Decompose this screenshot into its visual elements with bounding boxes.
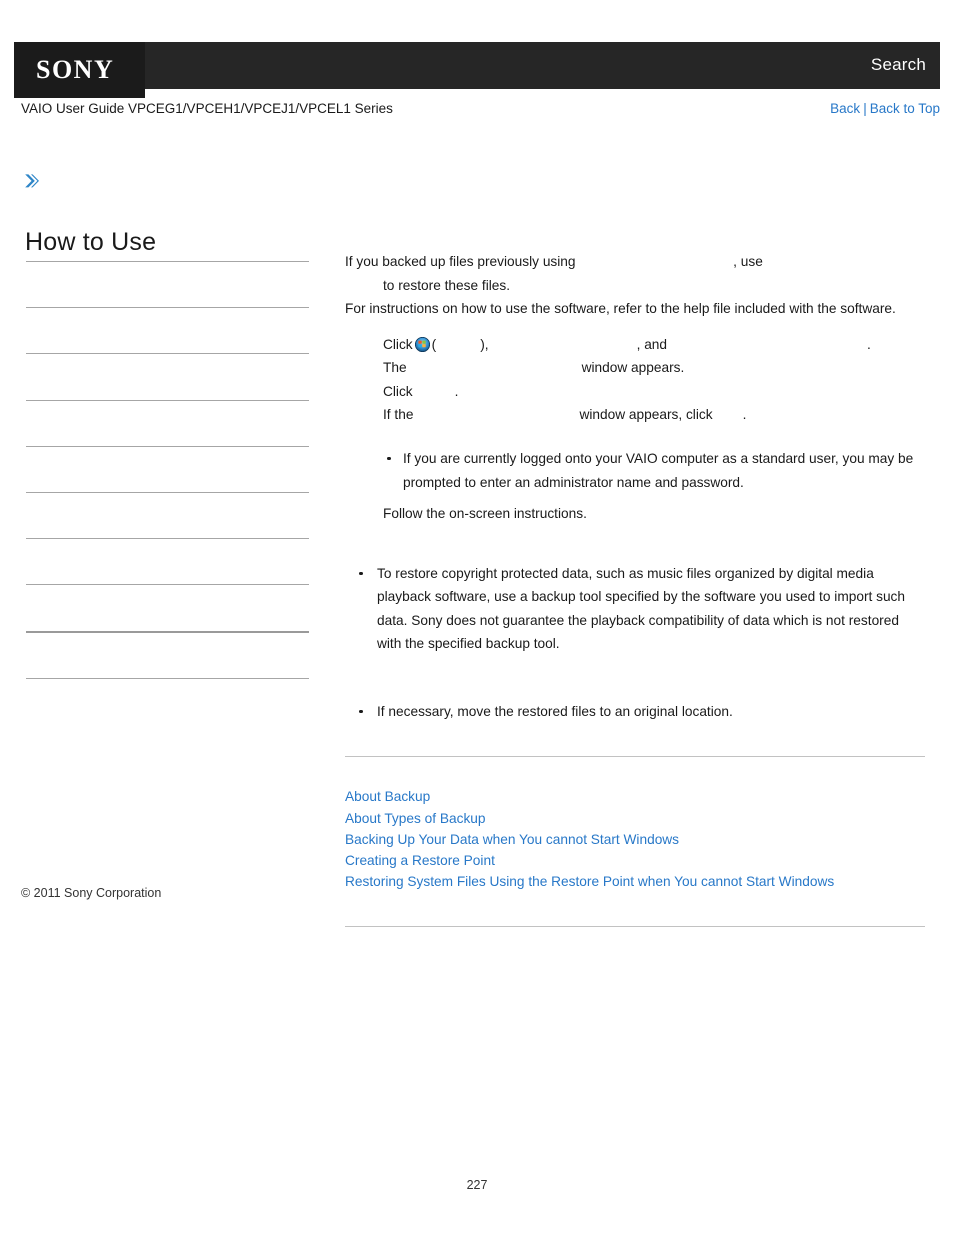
step-1-and-label: , and — [636, 336, 668, 352]
step-3-period: . — [454, 383, 459, 399]
intro-paragraph: If you backed up files previously using … — [345, 250, 925, 274]
note-list: If you are currently logged onto your VA… — [345, 447, 925, 494]
sidebar-item-6[interactable] — [26, 538, 309, 584]
site-header-bar — [14, 42, 940, 89]
sidebar-title: How to Use — [25, 228, 157, 256]
sidebar-item-8[interactable] — [26, 630, 309, 678]
intro-text-c: to restore these files. — [383, 277, 511, 293]
windows-start-orb-icon[interactable] — [414, 336, 430, 352]
sidebar-item-9[interactable] — [26, 677, 309, 724]
subheader: VAIO User Guide VPCEG1/VPCEH1/VPCEJ1/VPC… — [0, 101, 954, 127]
related-link-2[interactable]: Backing Up Your Data when You cannot Sta… — [345, 829, 925, 850]
step-1: Click (), , and. — [345, 333, 925, 357]
related-links-list: About Backup About Types of Backup Backi… — [345, 786, 925, 892]
search-link[interactable]: Search — [871, 55, 926, 75]
content-spacer-5 — [345, 893, 925, 926]
step-4-period: . — [742, 407, 747, 423]
step-2: The window appears. — [345, 356, 925, 380]
sidebar-nav-list — [26, 261, 309, 724]
content-spacer-2 — [345, 656, 925, 700]
sidebar-item-4[interactable] — [26, 445, 309, 492]
list-item: If you are currently logged onto your VA… — [383, 447, 925, 494]
related-link-3[interactable]: Creating a Restore Point — [345, 850, 925, 871]
notice-list: To restore copyright protected data, suc… — [345, 562, 925, 656]
step-1-paren-open: ( — [431, 336, 437, 352]
step-1-paren-close: ), — [480, 336, 489, 352]
related-link-4[interactable]: Restoring System Files Using the Restore… — [345, 871, 925, 892]
intro-text-b: , use — [733, 254, 763, 269]
sidebar-item-5[interactable] — [26, 491, 309, 538]
main-content: If you backed up files previously using … — [345, 250, 925, 927]
instructions-paragraph: For instructions on how to use the softw… — [345, 301, 896, 317]
procedure-steps: Click (), , and. The window appears. Click.… — [345, 333, 925, 427]
step-2-tail-label: window appears. — [581, 360, 685, 376]
page-title: VAIO User Guide VPCEG1/VPCEH1/VPCEJ1/VPC… — [21, 101, 393, 116]
content-spacer-1 — [345, 526, 925, 562]
content-spacer-3 — [345, 723, 925, 756]
nav-separator: | — [863, 101, 867, 116]
content-spacer-4 — [345, 757, 925, 786]
list-item: If necessary, move the restored files to… — [355, 700, 925, 724]
step-1-period: . — [867, 336, 871, 352]
sony-logo-block[interactable]: SONY — [14, 42, 145, 98]
step-3-click-label: Click — [383, 383, 413, 399]
intro-paragraph-line2: to restore these files. — [345, 274, 925, 298]
header-nav-links: Back | Back to Top — [830, 101, 940, 116]
sony-logo-wordmark: SONY — [36, 55, 115, 84]
related-link-0[interactable]: About Backup — [345, 786, 925, 807]
intro-text-a: If you backed up files previously using — [345, 254, 576, 269]
related-links-divider-bottom — [345, 925, 925, 927]
sidebar-item-1[interactable] — [26, 307, 309, 353]
sidebar-item-0[interactable] — [26, 261, 309, 307]
step-4: If the window appears, click. — [345, 403, 925, 427]
follow-instructions-line: Follow the on-screen instructions. — [383, 506, 587, 522]
back-to-top-link[interactable]: Back to Top — [870, 101, 940, 116]
sidebar-item-2[interactable] — [26, 353, 309, 399]
step-4-mid-label: window appears, click — [579, 407, 713, 423]
notice-list-secondary: If necessary, move the restored files to… — [345, 700, 925, 724]
page-number: 227 — [466, 1178, 488, 1192]
step-2-the-label: The — [383, 360, 407, 376]
copyright-notice: © 2011 Sony Corporation — [21, 886, 162, 900]
chevron-right-icon[interactable] — [22, 172, 40, 190]
sidebar-item-7[interactable] — [26, 584, 309, 630]
sidebar-item-3[interactable] — [26, 399, 309, 446]
list-item: To restore copyright protected data, suc… — [355, 562, 925, 656]
step-4-ifthe-label: If the — [383, 407, 414, 423]
back-link[interactable]: Back — [830, 101, 860, 116]
step-3: Click. — [345, 380, 925, 404]
step-1-click-label: Click — [383, 336, 413, 352]
related-link-1[interactable]: About Types of Backup — [345, 808, 925, 829]
